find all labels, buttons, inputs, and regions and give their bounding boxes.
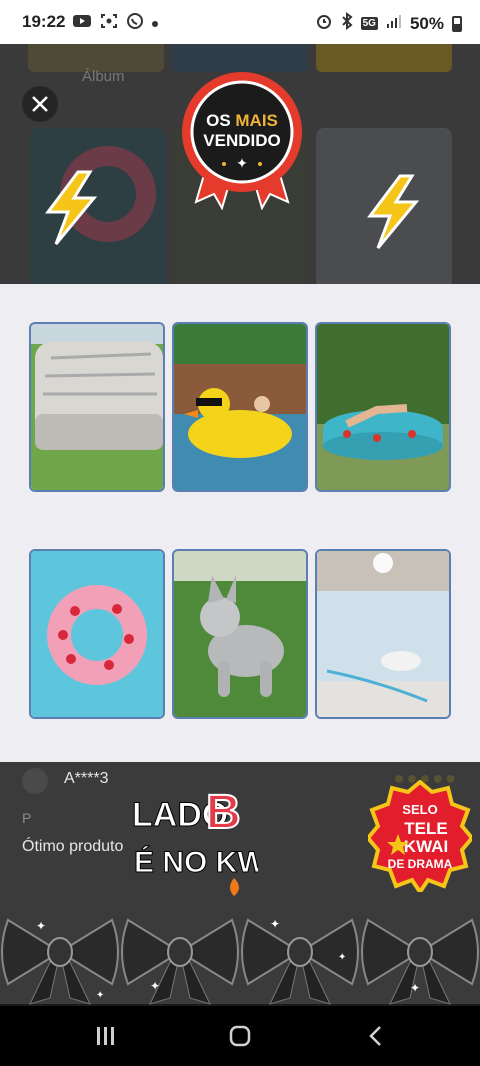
signal-icon (386, 13, 402, 34)
screenshot-icon (100, 13, 118, 34)
selo-line4: DE DRAMA (388, 857, 453, 871)
bluetooth-icon (341, 12, 353, 35)
svg-text:✦: ✦ (338, 952, 346, 963)
close-button[interactable] (22, 86, 58, 122)
product-duck-float[interactable] (172, 322, 308, 492)
badge-line1-a: OS (206, 111, 231, 130)
best-seller-badge: OS MAIS VENDIDO ✦ (182, 72, 302, 210)
alarm-icon (315, 12, 333, 35)
product-water-bed[interactable] (315, 549, 451, 719)
svg-text:✦: ✦ (36, 919, 46, 933)
lado-b-line2: B (206, 786, 241, 839)
reviewer-name: A****3 (64, 770, 109, 787)
album-label: Álbum (82, 68, 125, 85)
svg-text:✦: ✦ (96, 990, 104, 1001)
svg-text:✦: ✦ (150, 979, 160, 993)
bow-decoration: ✦ ✦ ✦ ✦ ✦ ✦ (1, 917, 479, 1005)
selo-line1: SELO (402, 802, 437, 817)
background-thumb (316, 44, 452, 72)
product-watermelon-pool[interactable] (315, 322, 451, 492)
5g-icon: 5G (360, 17, 378, 30)
lightning-bolt-icon (367, 174, 420, 249)
rating-letter: P (22, 810, 32, 826)
svg-text:✦: ✦ (410, 981, 420, 995)
lado-b-line3: É NO KWAI (134, 845, 258, 879)
product-air-mattress[interactable] (29, 322, 165, 492)
lightning-bolt-icon (45, 170, 98, 245)
status-left-icons (72, 12, 158, 35)
android-nav-bar (0, 1006, 480, 1066)
status-time: 19:22 (22, 12, 66, 31)
lado-b-logo: LADO B É NO KWAI (132, 785, 258, 896)
selo-tele-kwai-badge: SELO TELE KWAI DE DRAMA (368, 780, 472, 892)
badge-line2: VENDIDO (203, 131, 280, 150)
status-bar: 19:22 5G 50% (0, 0, 480, 44)
avatar (22, 768, 48, 794)
background-thumb (172, 44, 308, 72)
home-icon[interactable] (220, 1022, 260, 1050)
selo-line2: TELE (404, 819, 447, 838)
selo-line3: KWAI (404, 837, 448, 856)
svg-text:✦: ✦ (270, 917, 280, 931)
youtube-icon (72, 13, 92, 34)
review-text: Ótimo produto (22, 838, 124, 855)
battery-icon (452, 15, 462, 32)
status-right-icons: 5G 50% (315, 12, 462, 35)
battery-percent: 50% (409, 13, 444, 33)
product-inflatable-dog[interactable] (172, 549, 308, 719)
product-grid-panel (0, 284, 480, 762)
notification-dot (152, 20, 158, 27)
bow-icon (121, 918, 239, 1005)
product-strawberry-ring[interactable] (29, 549, 165, 719)
whatsapp-icon (126, 12, 144, 35)
back-icon[interactable] (356, 1022, 396, 1050)
svg-text:✦: ✦ (236, 155, 248, 171)
svg-text:OS MAIS: OS MAIS (206, 111, 278, 130)
badge-line1-b: MAIS (235, 111, 278, 130)
recents-icon[interactable] (86, 1022, 126, 1050)
